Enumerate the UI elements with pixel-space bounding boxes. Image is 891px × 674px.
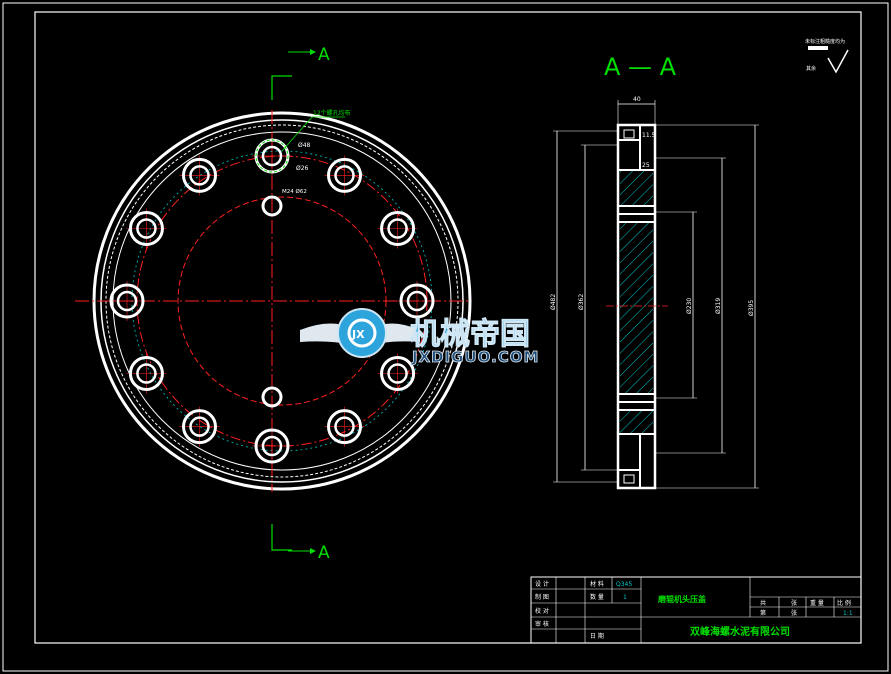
cut-arrow-bottom xyxy=(310,548,316,554)
roughness-note: 未标注粗糙度均为 其余 xyxy=(805,38,849,74)
cut-mark-top xyxy=(271,75,292,100)
tb-scale-label: 比 例 xyxy=(837,599,851,607)
tb-label-check: 校 对 xyxy=(535,607,549,615)
tb-label-qty: 数 量 xyxy=(590,593,604,601)
tb-scale-value: 1:1 xyxy=(843,610,853,617)
hole-note: 12个螺孔均布 xyxy=(313,109,351,117)
hatch-upper xyxy=(620,170,653,206)
dim-h-a: Ø482 xyxy=(550,294,557,310)
section-view: A — A 40 11.5 25 Ø230 Ø319 Ø395 Ø482 Ø36… xyxy=(550,53,759,490)
tb-sheet-no: 第 xyxy=(760,609,766,617)
tb-company: 双峰海螺水泥有限公司 xyxy=(690,625,790,638)
tb-label-date: 日 期 xyxy=(590,632,604,640)
dim-d-c: Ø395 xyxy=(748,300,755,316)
tb-weight-label: 重 量 xyxy=(810,599,824,607)
plan-view: 12个螺孔均布 Ø48 Ø26 M24 Ø62 xyxy=(75,109,472,492)
hatch-lower xyxy=(620,410,653,434)
small-step-top xyxy=(623,129,635,139)
tb-part-name: 磨辊机头压盖 xyxy=(657,594,706,604)
roughness-sub: 其余 xyxy=(806,65,816,72)
tb-label-design: 设 计 xyxy=(535,580,549,588)
dim-hole-inner: Ø26 xyxy=(296,165,309,172)
tb-material-value: Q345 xyxy=(616,581,632,588)
watermark-cn: 机械帝国 xyxy=(410,317,530,352)
watermark-en: JXDIGUO.COM xyxy=(411,348,539,366)
dim-d-a: Ø230 xyxy=(686,298,693,314)
roughness-box xyxy=(808,46,828,50)
tb-sheet-word: 张 xyxy=(791,599,797,607)
roughness-text: 未标注粗糙度均为 xyxy=(805,38,845,45)
cut-arrow-top xyxy=(310,49,316,55)
tb-label-material: 材 料 xyxy=(590,580,604,588)
tb-qty-value: 1 xyxy=(623,594,627,601)
cut-mark-bottom xyxy=(271,524,292,551)
tb-label-draw: 制 图 xyxy=(535,593,549,601)
dim-step2: 25 xyxy=(642,162,650,169)
tb-label-review: 审 核 xyxy=(535,620,549,628)
watermark: JX 机械帝国 JXDIGUO.COM xyxy=(300,308,539,366)
section-view-title: A — A xyxy=(604,53,677,81)
small-step-bottom xyxy=(623,474,635,484)
tb-sheet-word2: 张 xyxy=(791,609,797,617)
roughness-check-icon xyxy=(827,49,849,74)
hatch-middle xyxy=(620,222,653,394)
cad-drawing: 12个螺孔均布 Ø48 Ø26 M24 Ø62 A A A — A 40 11.… xyxy=(2,2,889,672)
watermark-badge: JX xyxy=(351,328,365,341)
dim-hole-outer: Ø48 xyxy=(298,142,311,149)
dim-step1: 11.5 xyxy=(642,132,656,139)
title-block: 设 计 制 图 校 对 审 核 材 料 Q345 数 量 1 日 期 磨辊机头压… xyxy=(530,576,862,644)
dim-h-b: Ø362 xyxy=(578,294,585,310)
section-label-bottom: A xyxy=(318,543,330,563)
dim-width: 40 xyxy=(633,96,641,103)
dim-d-b: Ø319 xyxy=(715,298,722,314)
section-label-top: A xyxy=(318,45,330,65)
tb-sheet-total: 共 xyxy=(760,599,766,607)
dim-pitch: M24 Ø62 xyxy=(282,188,307,195)
